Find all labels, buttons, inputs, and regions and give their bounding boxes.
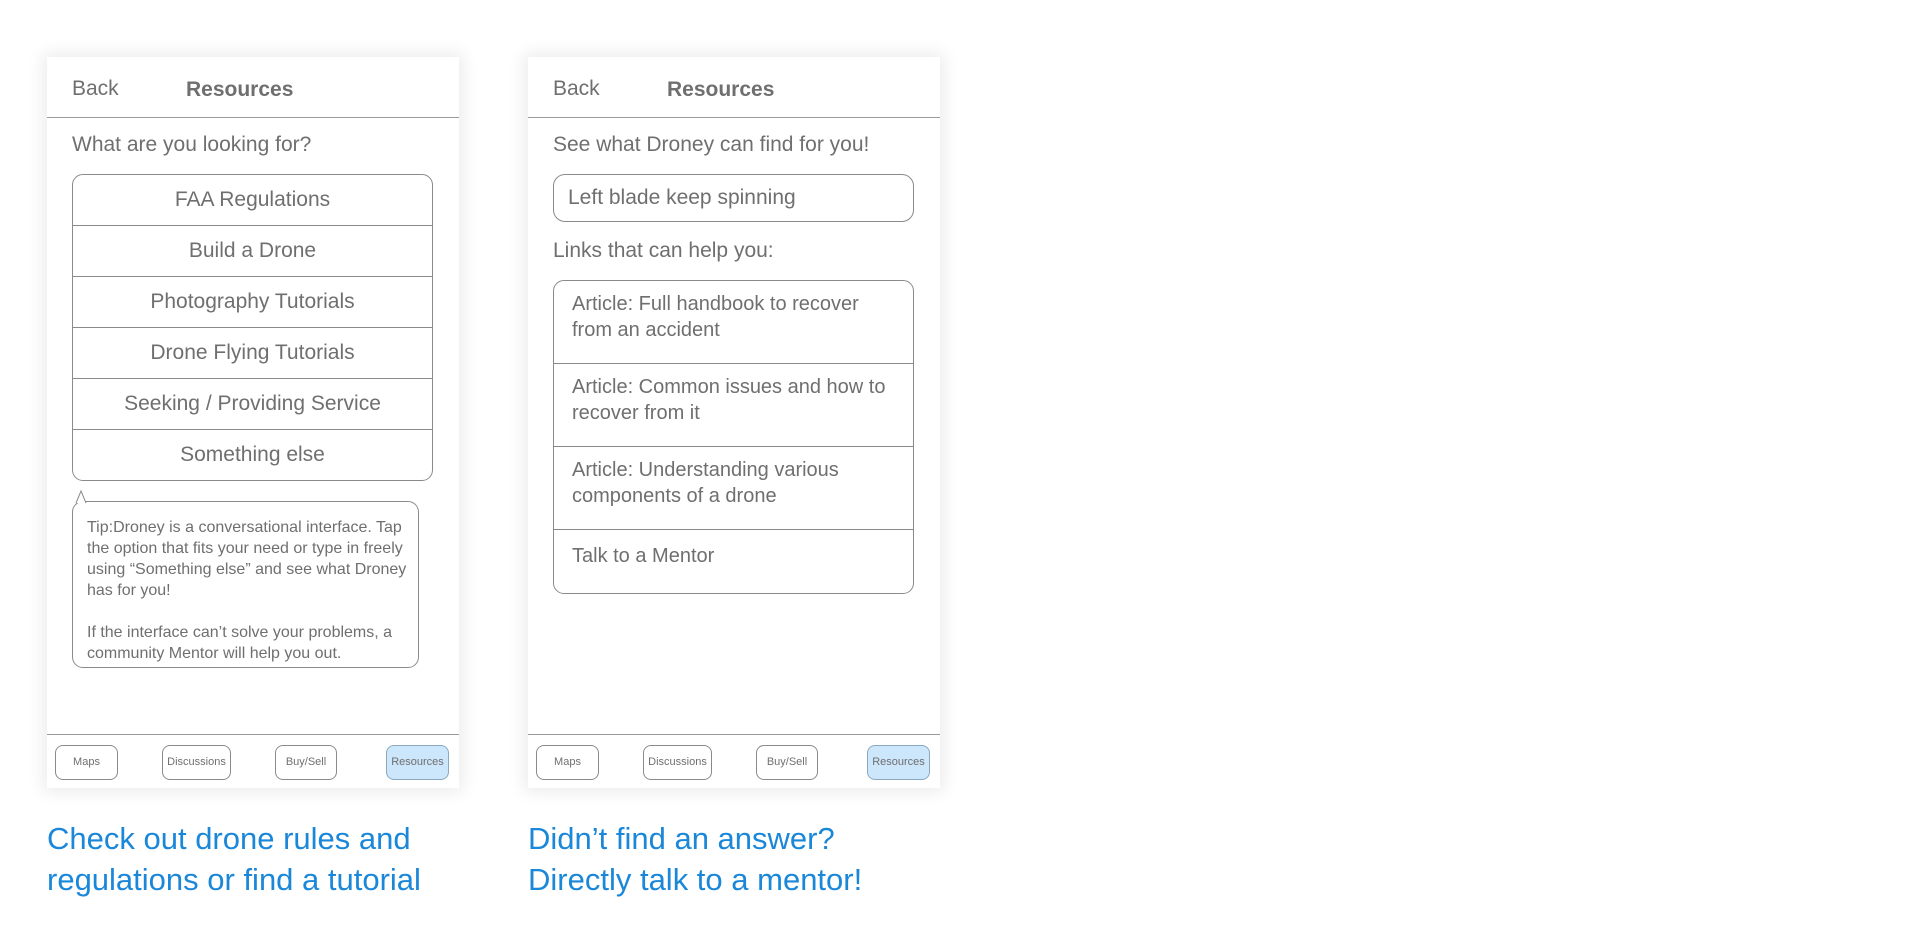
- option-list: FAA Regulations Build a Drone Photograph…: [72, 174, 433, 481]
- tab-bar: Maps Discussions Buy/Sell Resources: [528, 734, 940, 789]
- tab-resources[interactable]: Resources: [867, 745, 930, 780]
- prompt-text: What are you looking for?: [72, 133, 312, 156]
- link-common-issues[interactable]: Article: Common issues and how to recove…: [554, 364, 913, 447]
- tab-discussions[interactable]: Discussions: [643, 745, 712, 780]
- tab-resources[interactable]: Resources: [386, 745, 449, 780]
- caption-line: Didn’t find an answer?: [528, 821, 835, 856]
- page-title: Resources: [186, 78, 294, 101]
- caption-results-screen: Didn’t find an answer? Directly talk to …: [528, 818, 862, 900]
- option-photography-tutorials[interactable]: Photography Tutorials: [73, 277, 432, 328]
- option-faa-regulations[interactable]: FAA Regulations: [73, 175, 432, 226]
- caption-options-screen: Check out drone rules and regulations or…: [47, 818, 421, 900]
- link-list: Article: Full handbook to recover from a…: [553, 280, 914, 594]
- tab-maps[interactable]: Maps: [55, 745, 118, 780]
- tab-buy-sell[interactable]: Buy/Sell: [756, 745, 818, 780]
- header-bar: Back Resources: [528, 57, 940, 118]
- link-drone-components[interactable]: Article: Understanding various component…: [554, 447, 913, 530]
- links-heading: Links that can help you:: [553, 239, 774, 262]
- resources-screen-options: Back Resources What are you looking for?…: [47, 57, 459, 788]
- option-build-a-drone[interactable]: Build a Drone: [73, 226, 432, 277]
- link-talk-to-mentor[interactable]: Talk to a Mentor: [554, 530, 913, 593]
- option-drone-flying-tutorials[interactable]: Drone Flying Tutorials: [73, 328, 432, 379]
- link-full-handbook[interactable]: Article: Full handbook to recover from a…: [554, 281, 913, 364]
- option-seeking-providing-service[interactable]: Seeking / Providing Service: [73, 379, 432, 430]
- tip-text-secondary: If the interface can’t solve your proble…: [87, 624, 393, 662]
- caption-line: Check out drone rules and: [47, 821, 411, 856]
- tab-discussions[interactable]: Discussions: [162, 745, 231, 780]
- query-input[interactable]: Left blade keep spinning: [553, 174, 914, 222]
- option-something-else[interactable]: Something else: [73, 430, 432, 480]
- back-button[interactable]: Back: [72, 77, 119, 101]
- resources-screen-results: Back Resources See what Droney can find …: [528, 57, 940, 788]
- caption-line: regulations or find a tutorial: [47, 862, 421, 897]
- tab-maps[interactable]: Maps: [536, 745, 599, 780]
- tip-text-primary: Tip:Droney is a conversational interface…: [87, 519, 407, 599]
- header-bar: Back Resources: [47, 57, 459, 118]
- caption-line: Directly talk to a mentor!: [528, 862, 863, 897]
- tab-buy-sell[interactable]: Buy/Sell: [275, 745, 337, 780]
- tab-bar: Maps Discussions Buy/Sell Resources: [47, 734, 459, 789]
- prompt-text: See what Droney can find for you!: [553, 133, 870, 156]
- tip-bubble: Tip:Droney is a conversational interface…: [72, 489, 419, 668]
- page-title: Resources: [667, 78, 775, 101]
- back-button[interactable]: Back: [553, 77, 600, 101]
- speech-tail-icon: [75, 489, 87, 504]
